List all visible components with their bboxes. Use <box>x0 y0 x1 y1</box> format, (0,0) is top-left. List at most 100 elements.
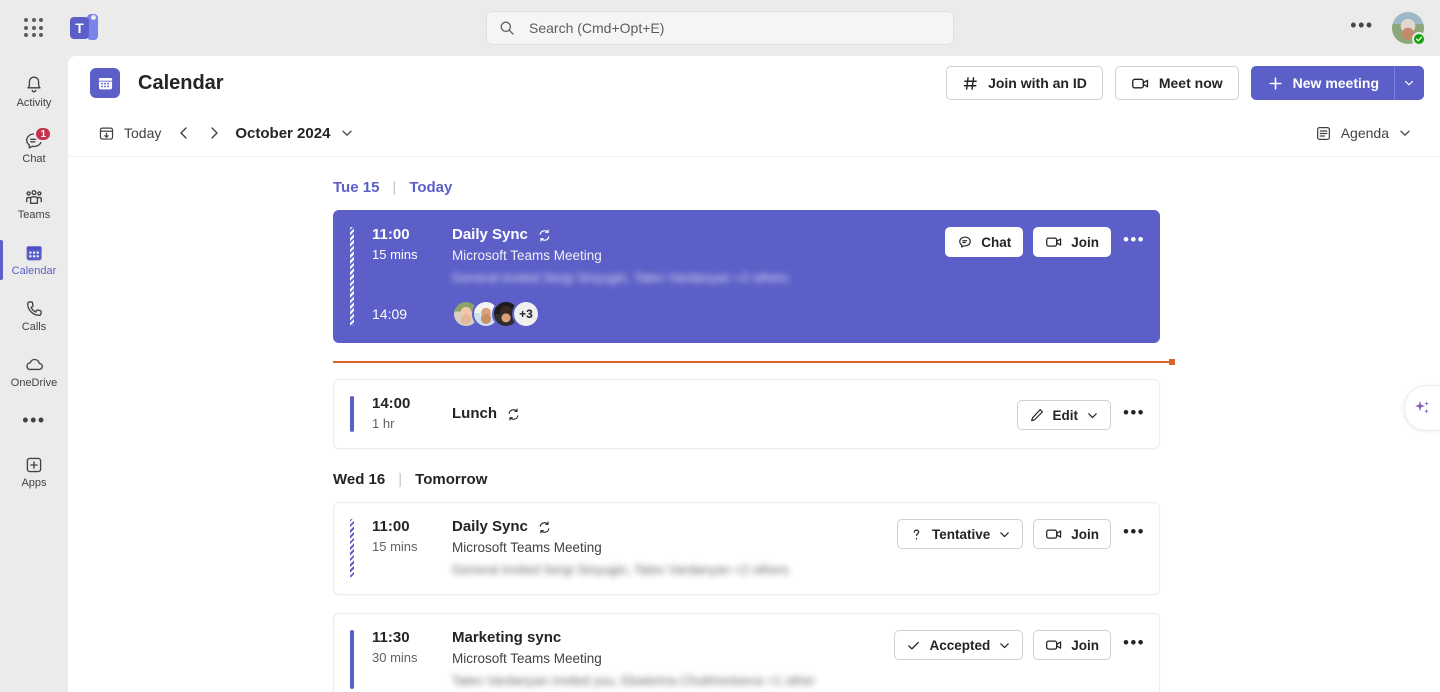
copilot-button[interactable] <box>1404 385 1440 431</box>
day-relative-label: Tomorrow <box>415 471 488 488</box>
sidebar-more-icon[interactable]: ••• <box>0 400 68 444</box>
event-card-lunch[interactable]: 14:00 1 hr Lunch Edit ••• <box>333 379 1160 449</box>
sidebar-item-calendar[interactable]: Calendar <box>0 232 68 288</box>
view-selector[interactable]: Agenda <box>1307 119 1420 148</box>
join-with-id-label: Join with an ID <box>988 75 1087 91</box>
calendar-toolbar: Today October 2024 Agenda <box>68 110 1440 157</box>
more-options-icon[interactable]: ••• <box>1121 519 1147 549</box>
teams-logo-icon[interactable]: T <box>70 14 98 42</box>
event-detail: General invited Sergi Sinyugin, Tatev Va… <box>452 562 789 577</box>
chat-button-label: Chat <box>981 234 1012 250</box>
rsvp-label: Accepted <box>929 637 991 653</box>
event-card-daily-sync-tomorrow[interactable]: 11:00 15 mins Daily Sync Microsoft Teams… <box>333 502 1160 595</box>
sidebar-item-teams[interactable]: Teams <box>0 176 68 232</box>
edit-button-label: Edit <box>1052 407 1079 423</box>
new-meeting-button[interactable]: New meeting <box>1250 66 1394 100</box>
top-bar-right: ••• <box>1346 0 1428 56</box>
agenda-list-icon <box>1315 125 1332 142</box>
chevron-down-icon <box>998 528 1011 541</box>
event-row: 11:00 15 mins Daily Sync Microsoft Teams… <box>68 210 1440 343</box>
rsvp-accepted-button[interactable]: Accepted <box>894 630 1024 660</box>
more-options-icon[interactable]: ••• <box>1346 12 1378 44</box>
join-button[interactable]: Join <box>1033 630 1111 660</box>
more-options-icon[interactable]: ••• <box>1121 227 1147 257</box>
chevron-down-icon <box>998 639 1011 652</box>
event-title-row: Daily Sync <box>452 517 897 537</box>
more-options-icon[interactable]: ••• <box>1121 400 1147 430</box>
sidebar-item-onedrive[interactable]: OneDrive <box>0 344 68 400</box>
sidebar-item-label: Teams <box>17 209 51 221</box>
sidebar-item-activity[interactable]: Activity <box>0 64 68 120</box>
sidebar-item-apps[interactable]: Apps <box>0 444 68 500</box>
search-bar[interactable] <box>486 11 954 45</box>
period-selector[interactable]: October 2024 <box>229 120 360 147</box>
sidebar-item-calls[interactable]: Calls <box>0 288 68 344</box>
join-button-label: Join <box>1071 637 1099 653</box>
event-body: Daily Sync Microsoft Teams Meeting Gener… <box>440 225 945 288</box>
app-launcher-waffle-icon[interactable] <box>22 16 46 40</box>
search-input[interactable] <box>529 12 953 44</box>
event-card-marketing-sync[interactable]: 11:30 30 mins Marketing sync Microsoft T… <box>333 613 1160 692</box>
day-separator: | <box>392 179 397 196</box>
edit-button[interactable]: Edit <box>1016 400 1111 430</box>
chevron-down-icon <box>340 126 354 140</box>
join-button-label: Join <box>1071 234 1099 250</box>
new-meeting-label: New meeting <box>1292 75 1379 91</box>
more-options-icon[interactable]: ••• <box>1121 630 1147 660</box>
plus-icon <box>1267 75 1284 92</box>
event-detail: Tatev Vardanyan invited you, Ekaterina C… <box>452 673 815 688</box>
period-label: October 2024 <box>235 124 331 142</box>
status-badge <box>1412 32 1426 46</box>
event-title: Daily Sync <box>452 226 528 243</box>
join-button[interactable]: Join <box>1033 227 1111 257</box>
next-period-button[interactable] <box>199 118 229 148</box>
people-icon <box>23 186 45 208</box>
join-button-label: Join <box>1071 526 1099 542</box>
day-relative-label: Today <box>409 179 453 196</box>
join-with-id-button[interactable]: Join with an ID <box>946 66 1103 100</box>
day-date-label: Tue 15 <box>333 179 380 196</box>
event-time: 14:00 1 hr <box>354 394 440 434</box>
event-actions: Tentative Join ••• <box>896 517 1147 580</box>
today-button[interactable]: Today <box>90 119 169 148</box>
video-camera-icon <box>1045 234 1063 250</box>
attendee-avatars[interactable]: +3 <box>440 300 540 328</box>
event-body: Daily Sync Microsoft Teams Meeting Gener… <box>440 517 897 580</box>
event-current-time: 14:09 <box>372 306 408 322</box>
recurring-icon <box>506 407 521 422</box>
chat-bubble-icon: 1 <box>23 126 52 152</box>
apps-plus-icon <box>23 454 45 476</box>
sidebar-item-label: Chat <box>22 153 46 165</box>
event-time: 11:00 15 mins <box>354 517 440 580</box>
join-button[interactable]: Join <box>1033 519 1111 549</box>
agenda-list[interactable]: Tue 15 | Today 11:00 15 mins Daily Sync … <box>68 157 1440 692</box>
event-secondary-row: 14:09 +3 <box>354 300 1147 328</box>
event-start-time: 11:30 <box>372 629 410 646</box>
meet-now-button[interactable]: Meet now <box>1114 66 1239 100</box>
page-title: Calendar <box>138 71 224 94</box>
chat-unread-badge: 1 <box>34 126 52 142</box>
avatar[interactable] <box>1392 12 1426 46</box>
checkmark-icon <box>906 638 921 653</box>
attendee-overflow-count: +3 <box>512 300 540 328</box>
event-title-row: Marketing sync <box>452 628 894 648</box>
sidebar: Activity 1 Chat Teams Calendar Calls One… <box>0 56 68 692</box>
chat-button[interactable]: Chat <box>945 227 1024 257</box>
video-camera-icon <box>1045 637 1063 653</box>
day-separator: | <box>398 471 403 488</box>
search-box[interactable] <box>486 11 954 45</box>
sidebar-item-chat[interactable]: 1 Chat <box>0 120 68 176</box>
event-title: Daily Sync <box>452 518 528 535</box>
top-bar: T ••• <box>0 0 1440 56</box>
sidebar-item-label: Calendar <box>11 265 57 277</box>
event-card-daily-sync-today[interactable]: 11:00 15 mins Daily Sync Microsoft Teams… <box>333 210 1160 343</box>
event-time: 11:30 30 mins <box>354 628 440 691</box>
rsvp-tentative-button[interactable]: Tentative <box>896 519 1024 549</box>
new-meeting-group: New meeting <box>1250 66 1424 100</box>
bell-icon <box>23 74 45 96</box>
current-time-indicator <box>333 359 1175 365</box>
event-subtitle: Microsoft Teams Meeting <box>452 248 602 263</box>
previous-period-button[interactable] <box>169 118 199 148</box>
new-meeting-dropdown-chevron-down-icon[interactable] <box>1394 66 1424 100</box>
sidebar-item-label: Apps <box>21 477 47 489</box>
